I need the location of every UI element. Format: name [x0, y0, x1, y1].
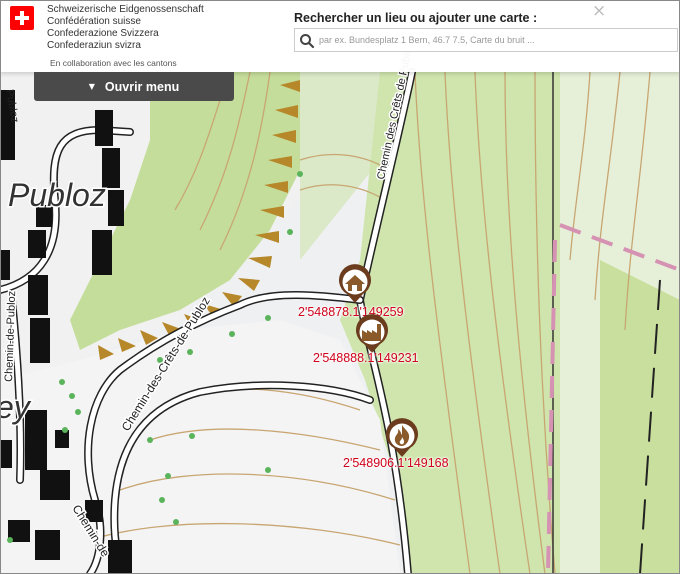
search-box[interactable]	[294, 28, 678, 52]
confederation-name-fr: Confédération suisse	[47, 16, 141, 27]
house-icon	[339, 264, 371, 303]
confederation-name-it: Confederazione Svizzera	[47, 28, 159, 39]
close-icon[interactable]: ×	[592, 1, 606, 21]
search-icon	[300, 34, 315, 49]
factory-icon	[356, 314, 388, 353]
place-label-publoz: Publoz	[8, 177, 106, 213]
search-title: Rechercher un lieu ou ajouter une carte …	[294, 11, 538, 25]
swiss-cross-logo[interactable]	[10, 6, 34, 30]
fire-icon	[386, 418, 418, 457]
open-menu-label: Ouvrir menu	[104, 79, 180, 94]
confederation-name-de: Schweizerische Eidgenossenschaft	[47, 4, 204, 15]
chevron-down-icon: ▼	[88, 82, 95, 91]
map-marker-factory[interactable]	[354, 314, 390, 354]
header-bar: Schweizerische Eidgenossenschaft Confédé…	[0, 0, 680, 72]
coordinate-label-3: 2'548906.1'149168	[343, 456, 449, 470]
map-marker-fire[interactable]	[384, 418, 420, 458]
place-label-ey: ey	[0, 389, 32, 425]
open-menu-button[interactable]: ▼ Ouvrir menu	[34, 72, 234, 101]
confederation-name-rm: Confederaziun svizra	[47, 40, 141, 51]
confederation-names: Schweizerische Eidgenossenschaft Confédé…	[47, 4, 204, 52]
search-input[interactable]	[319, 29, 673, 51]
map-marker-house[interactable]	[337, 264, 373, 304]
cantons-text: En collaboration avec les cantons	[50, 58, 177, 68]
coordinate-label-2: 2'548888.1'149231	[313, 351, 419, 365]
